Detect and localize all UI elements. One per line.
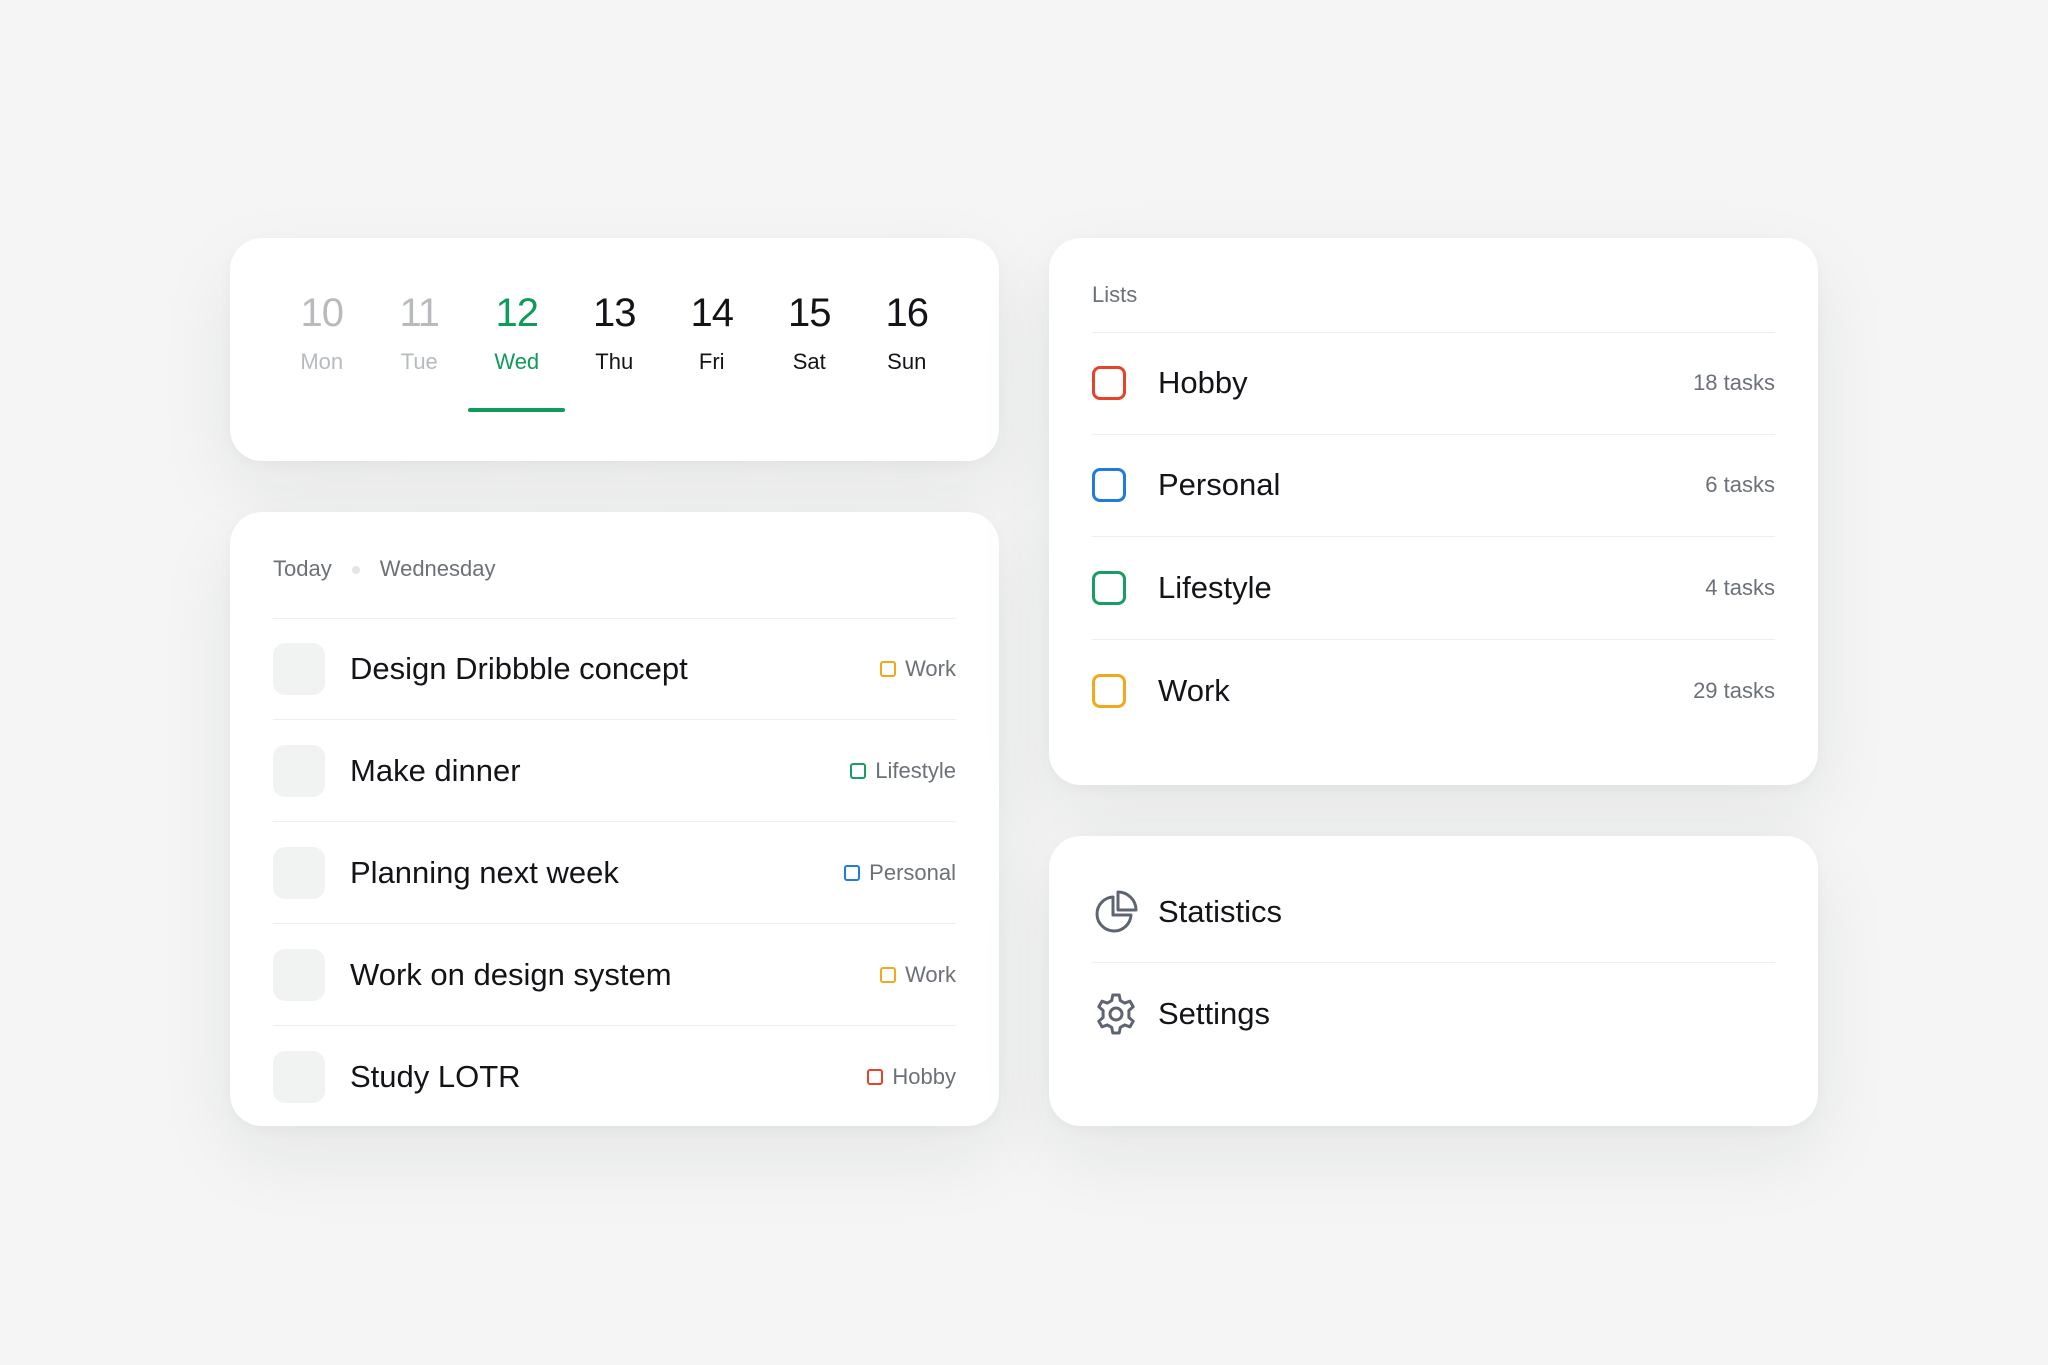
day-number: 15 bbox=[788, 291, 831, 335]
today-label: Today bbox=[273, 556, 332, 581]
work-tag-icon bbox=[880, 660, 897, 677]
list-name: Lifestyle bbox=[1158, 569, 1272, 605]
task-checkbox[interactable] bbox=[273, 948, 325, 1001]
day-mon[interactable]: 10 Mon bbox=[273, 288, 371, 412]
day-name: Tue bbox=[400, 349, 438, 374]
task-row[interactable]: Design Dribbble concept Work bbox=[273, 618, 956, 720]
task-title: Work on design system bbox=[350, 956, 672, 992]
hobby-tag-icon bbox=[867, 1069, 884, 1085]
list-item-hobby[interactable]: Hobby 18 tasks bbox=[1092, 332, 1775, 435]
task-checkbox[interactable] bbox=[273, 642, 325, 695]
day-sun[interactable]: 16 Sun bbox=[858, 288, 956, 412]
list-item-lifestyle[interactable]: Lifestyle 4 tasks bbox=[1092, 537, 1775, 640]
task-row[interactable]: Planning next week Personal bbox=[273, 822, 956, 924]
week-days: 10 Mon 11 Tue 12 Wed 13 Thu 14 Fri 15 Sa… bbox=[273, 288, 956, 412]
lifestyle-square-icon bbox=[1092, 570, 1126, 605]
day-name: Sun bbox=[887, 349, 927, 374]
task-checkbox[interactable] bbox=[273, 846, 325, 899]
menu-label: Statistics bbox=[1158, 893, 1283, 929]
separator-dot bbox=[351, 566, 360, 574]
lists-title: Lists bbox=[1092, 282, 1775, 333]
list-item-work[interactable]: Work 29 tasks bbox=[1092, 640, 1775, 743]
list-count: 4 tasks bbox=[1705, 574, 1775, 600]
menu-card: Statistics Settings bbox=[1049, 836, 1818, 1126]
task-tag: Hobby bbox=[867, 1064, 956, 1090]
today-header: Today Wednesday bbox=[273, 556, 956, 619]
task-row[interactable]: Study LOTR Hobby bbox=[273, 1026, 956, 1128]
task-checkbox[interactable] bbox=[273, 744, 325, 797]
task-tag-label: Work bbox=[905, 961, 956, 987]
day-number: 11 bbox=[399, 291, 440, 335]
task-title: Study LOTR bbox=[350, 1059, 521, 1094]
list-name: Personal bbox=[1158, 467, 1281, 503]
task-tag-label: Hobby bbox=[892, 1064, 956, 1089]
lists: Hobby 18 tasks Personal 6 tasks Lifestyl… bbox=[1092, 332, 1775, 742]
task-row[interactable]: Make dinner Lifestyle bbox=[273, 720, 956, 822]
task-tag: Work bbox=[880, 962, 956, 988]
personal-square-icon bbox=[1092, 468, 1126, 503]
day-fri[interactable]: 14 Fri bbox=[663, 288, 761, 412]
day-wed-selected[interactable]: 12 Wed bbox=[468, 288, 566, 412]
day-number: 10 bbox=[300, 291, 344, 335]
day-sat[interactable]: 15 Sat bbox=[761, 288, 859, 412]
selected-day-indicator bbox=[468, 408, 565, 412]
today-tasks-card: Today Wednesday Design Dribbble concept … bbox=[230, 512, 999, 1126]
week-calendar: 10 Mon 11 Tue 12 Wed 13 Thu 14 Fri 15 Sa… bbox=[230, 238, 999, 461]
task-row[interactable]: Work on design system Work bbox=[273, 924, 956, 1026]
task-tag: Personal bbox=[844, 860, 956, 886]
day-name: Thu bbox=[595, 349, 634, 374]
task-tag-label: Personal bbox=[869, 859, 956, 885]
day-number: 13 bbox=[593, 291, 636, 335]
task-checkbox[interactable] bbox=[273, 1051, 325, 1103]
list-count: 6 tasks bbox=[1705, 472, 1775, 498]
menu: Statistics Settings bbox=[1092, 861, 1775, 1065]
task-list: Design Dribbble concept Work Make dinner… bbox=[273, 618, 956, 1128]
hobby-square-icon bbox=[1092, 365, 1126, 400]
lifestyle-tag-icon bbox=[850, 762, 867, 779]
day-number: 16 bbox=[885, 291, 929, 335]
menu-item-settings[interactable]: Settings bbox=[1092, 963, 1775, 1065]
list-count: 18 tasks bbox=[1693, 369, 1775, 395]
menu-label: Settings bbox=[1158, 996, 1271, 1031]
list-name: Hobby bbox=[1158, 364, 1248, 400]
menu-item-statistics[interactable]: Statistics bbox=[1092, 861, 1775, 963]
weekday-label: Wednesday bbox=[379, 556, 496, 581]
day-name: Mon bbox=[300, 349, 344, 374]
day-thu[interactable]: 13 Thu bbox=[566, 288, 664, 412]
task-tag: Lifestyle bbox=[850, 758, 956, 784]
list-item-personal[interactable]: Personal 6 tasks bbox=[1092, 435, 1775, 537]
pie-chart-icon bbox=[1095, 890, 1138, 932]
work-square-icon bbox=[1092, 673, 1126, 708]
personal-tag-icon bbox=[844, 864, 861, 881]
task-tag-label: Work bbox=[905, 655, 956, 681]
day-number: 14 bbox=[690, 291, 734, 335]
task-tag-label: Lifestyle bbox=[875, 757, 956, 783]
list-count: 29 tasks bbox=[1693, 677, 1775, 703]
gear-icon bbox=[1097, 993, 1135, 1035]
day-name: Sat bbox=[792, 349, 826, 374]
task-title: Planning next week bbox=[350, 854, 619, 890]
work-tag-icon bbox=[880, 966, 897, 983]
day-number: 12 bbox=[495, 291, 539, 335]
list-name: Work bbox=[1158, 672, 1230, 708]
day-name: Fri bbox=[698, 349, 725, 374]
day-name: Wed bbox=[494, 349, 540, 374]
task-title: Make dinner bbox=[350, 752, 521, 788]
task-tag: Work bbox=[880, 656, 956, 682]
lists-card: Lists Hobby 18 tasks Personal 6 tasks Li… bbox=[1049, 238, 1818, 785]
task-title: Design Dribbble concept bbox=[350, 650, 688, 686]
day-tue[interactable]: 11 Tue bbox=[371, 288, 469, 412]
